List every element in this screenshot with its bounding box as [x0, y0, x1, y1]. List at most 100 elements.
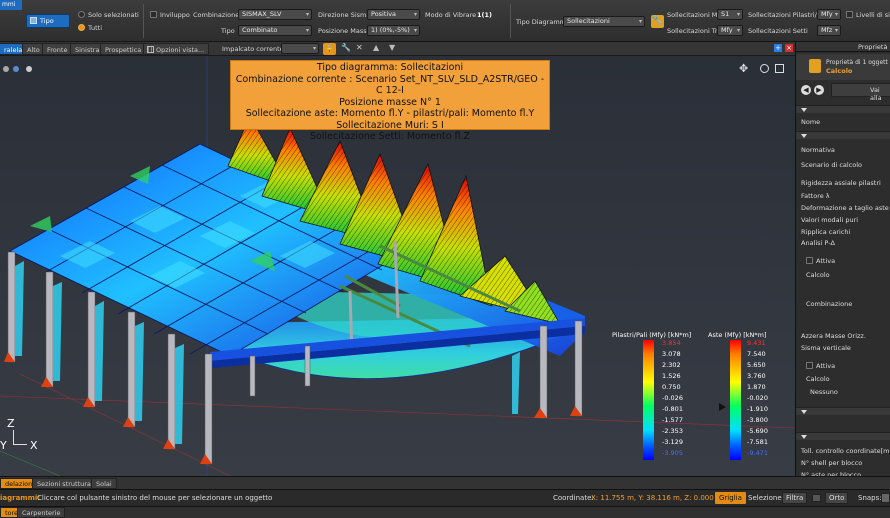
tipo-diagramma-label: Tipo Diagramma — [516, 18, 570, 26]
attiva-checkbox[interactable] — [806, 257, 813, 264]
prop-azzera-masse: Azzera Masse Orizz. — [801, 332, 866, 340]
direzione-sisma-dropdown[interactable]: Positiva — [367, 9, 420, 20]
inviluppo-label: Inviluppo — [160, 11, 190, 19]
panel-header: Proprietà di 1 oggett Calcolo — [796, 54, 890, 80]
legend-aste-bar — [730, 340, 741, 460]
coord-label: Coordinate: — [553, 494, 594, 502]
tutti-radio[interactable] — [78, 24, 85, 31]
sollecitazioni-setti-label: Sollecitazioni Setti — [748, 27, 808, 35]
arrow-down-icon[interactable]: ▼ — [389, 43, 395, 52]
prop-rigidezza: Rigidezza assiale pilastri — [801, 179, 881, 187]
section-header[interactable] — [796, 131, 890, 139]
opzioni-vista-button[interactable]: Opzioni vista... — [143, 43, 210, 55]
combinazione-dropdown[interactable]: SISMAX_SLV — [238, 9, 312, 20]
prop-attiva-2: Attiva — [816, 362, 836, 370]
legend-value: -1.910 — [747, 405, 768, 413]
legend-value: -1.577 — [662, 416, 683, 424]
legend-value: 3.854 — [662, 339, 681, 347]
legend-value: 3.760 — [747, 372, 766, 380]
view-icon-3[interactable] — [26, 66, 32, 72]
properties-panel: Proprietà Proprietà di 1 oggett Calcolo … — [795, 42, 890, 479]
tab-prospettica[interactable]: Prospettica — [100, 43, 147, 55]
coord-value: X: 11.755 m, Y: 38.116 m, Z: 0.000 m — [591, 494, 723, 502]
legend-value: -7.581 — [747, 438, 768, 446]
tab-fronte[interactable]: Fronte — [42, 43, 73, 55]
ribbon-corner-tab[interactable]: mmi — [0, 0, 22, 10]
back-icon[interactable]: ◀ — [801, 85, 811, 95]
impalcato-label: Impalcato corrente: — [222, 45, 286, 53]
axis-z-label: Z — [7, 417, 15, 430]
legend-value: -0.801 — [662, 405, 683, 413]
section-header[interactable] — [796, 407, 890, 415]
panel-header-line1: Proprietà di 1 oggett — [826, 59, 888, 66]
view-icon-2[interactable] — [13, 66, 19, 72]
sollecitazioni-muri-dropdown[interactable]: S1 — [717, 9, 743, 20]
legend-pilastri-title: Pilastri/Pali (Mfy) [kN*m] — [612, 331, 692, 339]
axis-x-line — [13, 444, 27, 445]
legend-value: 9.431 — [747, 339, 766, 347]
tipo-button-label: Tipo — [40, 17, 54, 25]
axis-z-line — [13, 430, 14, 444]
legend-value: -3.905 — [662, 449, 683, 457]
tab-carpenterie[interactable]: Carpenterie — [17, 507, 66, 518]
tab-sezioni-strutturali[interactable]: Sezioni strutturali — [32, 478, 100, 489]
panel-tab-label: Proprietà — [858, 43, 888, 51]
forward-icon[interactable]: ▶ — [814, 85, 824, 95]
section-header[interactable] — [796, 432, 890, 440]
3d-viewport[interactable]: Tipo diagramma: Sollecitazioni Combinazi… — [0, 56, 795, 476]
lock-icon[interactable]: 🔒 — [323, 43, 336, 55]
sollecitazioni-setti-dropdown[interactable]: Mfz — [817, 25, 841, 36]
inviluppo-checkbox[interactable] — [150, 11, 157, 18]
wrench-icon[interactable]: 🔧 — [651, 15, 664, 28]
app-window: mmi Tipo Solo selezionati Tutti Invilupp… — [0, 0, 890, 518]
move-icon[interactable]: ✥ — [739, 62, 748, 75]
cross-icon[interactable]: ✕ — [356, 43, 363, 52]
tipo-dropdown[interactable]: Combinato — [238, 25, 312, 36]
legend-value: 3.078 — [662, 350, 681, 358]
filtra-button[interactable]: Filtra — [782, 492, 808, 504]
sollecitazioni-pilastri-dropdown[interactable]: Mfy — [817, 9, 841, 20]
prop-deformazione: Deformazione a taglio aste — [801, 204, 889, 212]
impalcato-dropdown[interactable] — [281, 43, 319, 54]
axis-x-label: X — [30, 439, 38, 452]
legend-value: -3.800 — [747, 416, 768, 424]
snap-toggle-icon[interactable] — [881, 493, 890, 503]
solo-selezionati-radio[interactable] — [78, 11, 85, 18]
bottom-tabs: delazione Sezioni strutturali Solai — [0, 476, 890, 489]
fullscreen-icon[interactable] — [775, 64, 784, 73]
vai-alla-button[interactable]: Vai alla — [831, 83, 890, 102]
prop-scenario: Scenario di calcolo — [801, 161, 863, 169]
zoom-extents-icon[interactable] — [760, 64, 769, 73]
tab-solai[interactable]: Solai — [91, 478, 117, 489]
diagram-info-box: Tipo diagramma: Sollecitazioni Combinazi… — [230, 60, 550, 142]
tipo-label: Tipo — [221, 27, 235, 35]
prop-nessuno[interactable]: Nessuno — [810, 388, 838, 396]
tipo-diagramma-dropdown[interactable]: Sollecitazioni — [563, 16, 645, 27]
legend-aste-title: Aste (Mfy) [kN*m] — [708, 331, 767, 339]
livelli-sicurezza-checkbox[interactable] — [846, 11, 853, 18]
prop-attiva: Attiva — [816, 257, 836, 265]
legend-value: 1.870 — [747, 383, 766, 391]
griglia-button[interactable]: Griglia — [715, 492, 746, 504]
arrow-up-icon[interactable]: ▲ — [373, 43, 379, 52]
prop-fattore: Fattore λ — [801, 192, 830, 200]
posizione-masse-dropdown[interactable]: 1) (0%,-5%) — [367, 25, 420, 36]
panel-tab[interactable]: Proprietà — [796, 42, 890, 52]
sollecitazioni-pilastri-label: Sollecitazioni Pilastri/Pali — [748, 11, 829, 19]
livelli-sicurezza-label: Livelli di sicurezz — [856, 11, 890, 19]
sollecitazioni-travi-dropdown[interactable]: Mfy — [717, 25, 743, 36]
snaps-label: Snaps: — [858, 494, 882, 502]
info-line: Sollecitazione aste: Momento fl.Y - pila… — [245, 108, 535, 119]
view-icon-1[interactable] — [3, 66, 9, 72]
info-line: Sollecitazione Muri: S I — [336, 119, 444, 131]
settings-wrench-icon[interactable]: 🔧 — [341, 43, 351, 52]
orto-button[interactable]: Orto — [825, 492, 849, 504]
orto-toggle-icon[interactable] — [812, 494, 821, 502]
axis-y-label: Y — [0, 439, 7, 452]
add-view-icon[interactable]: + — [774, 44, 782, 52]
section-header[interactable] — [796, 105, 890, 113]
status-prefix: iagrammi: — [0, 494, 41, 502]
modo-vibrare-value[interactable]: 1(1) — [477, 11, 492, 19]
attiva-checkbox-2[interactable] — [806, 362, 813, 369]
close-view-icon[interactable]: × — [785, 44, 793, 52]
